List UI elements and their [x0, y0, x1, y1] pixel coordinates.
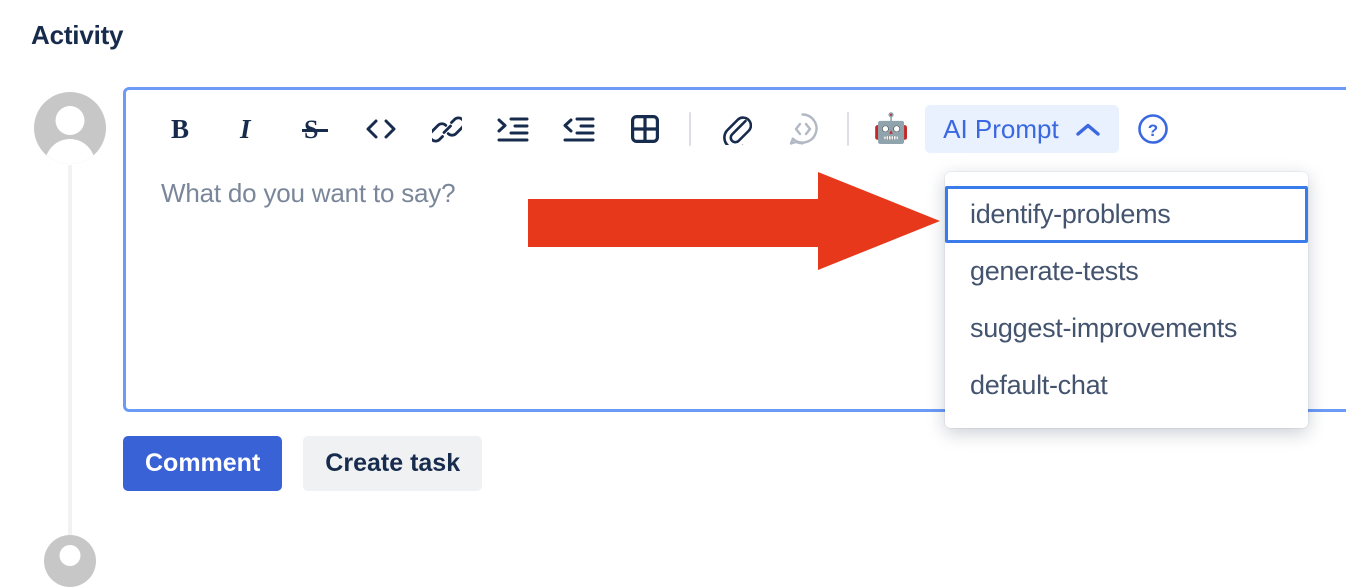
indent-increase-icon[interactable] — [491, 107, 535, 151]
menu-item-identify-problems[interactable]: identify-problems — [945, 186, 1308, 243]
svg-text:I: I — [239, 114, 252, 144]
svg-text:?: ? — [1148, 121, 1158, 140]
editor-toolbar: B I S — [126, 90, 1346, 168]
menu-item-generate-tests[interactable]: generate-tests — [945, 243, 1308, 300]
page-title: Activity — [31, 20, 124, 50]
avatar — [34, 92, 106, 164]
avatar-head — [59, 545, 81, 566]
avatar-body — [45, 139, 95, 164]
menu-item-default-chat[interactable]: default-chat — [945, 357, 1308, 414]
editor-action-bar: Comment Create task — [123, 436, 483, 491]
avatar-head — [55, 106, 85, 135]
ai-prompt-label: AI Prompt — [943, 113, 1059, 144]
attachment-icon[interactable] — [715, 107, 759, 151]
code-icon[interactable] — [359, 107, 403, 151]
create-task-button[interactable]: Create task — [303, 436, 483, 491]
ai-prompt-menu: identify-problems generate-tests suggest… — [945, 172, 1308, 428]
indent-decrease-icon[interactable] — [557, 107, 601, 151]
link-icon[interactable] — [425, 107, 469, 151]
table-icon[interactable] — [623, 107, 667, 151]
bold-icon[interactable]: B — [161, 107, 205, 151]
ai-prompt-button[interactable]: AI Prompt — [925, 105, 1119, 153]
menu-item-suggest-improvements[interactable]: suggest-improvements — [945, 300, 1308, 357]
strikethrough-icon[interactable]: S — [293, 107, 337, 151]
help-icon[interactable]: ? — [1133, 109, 1173, 149]
chevron-up-icon — [1075, 114, 1101, 145]
comment-input-placeholder[interactable]: What do you want to say? — [161, 178, 456, 209]
thread-connector-line — [68, 165, 72, 535]
toolbar-separator-2 — [847, 112, 849, 146]
italic-icon[interactable]: I — [227, 107, 271, 151]
svg-text:B: B — [171, 114, 189, 144]
avatar-next — [44, 535, 96, 587]
comment-button[interactable]: Comment — [123, 436, 283, 491]
toolbar-separator-1 — [689, 112, 691, 146]
code-snippet-icon[interactable] — [781, 107, 825, 151]
robot-icon[interactable]: 🤖 — [873, 114, 909, 144]
